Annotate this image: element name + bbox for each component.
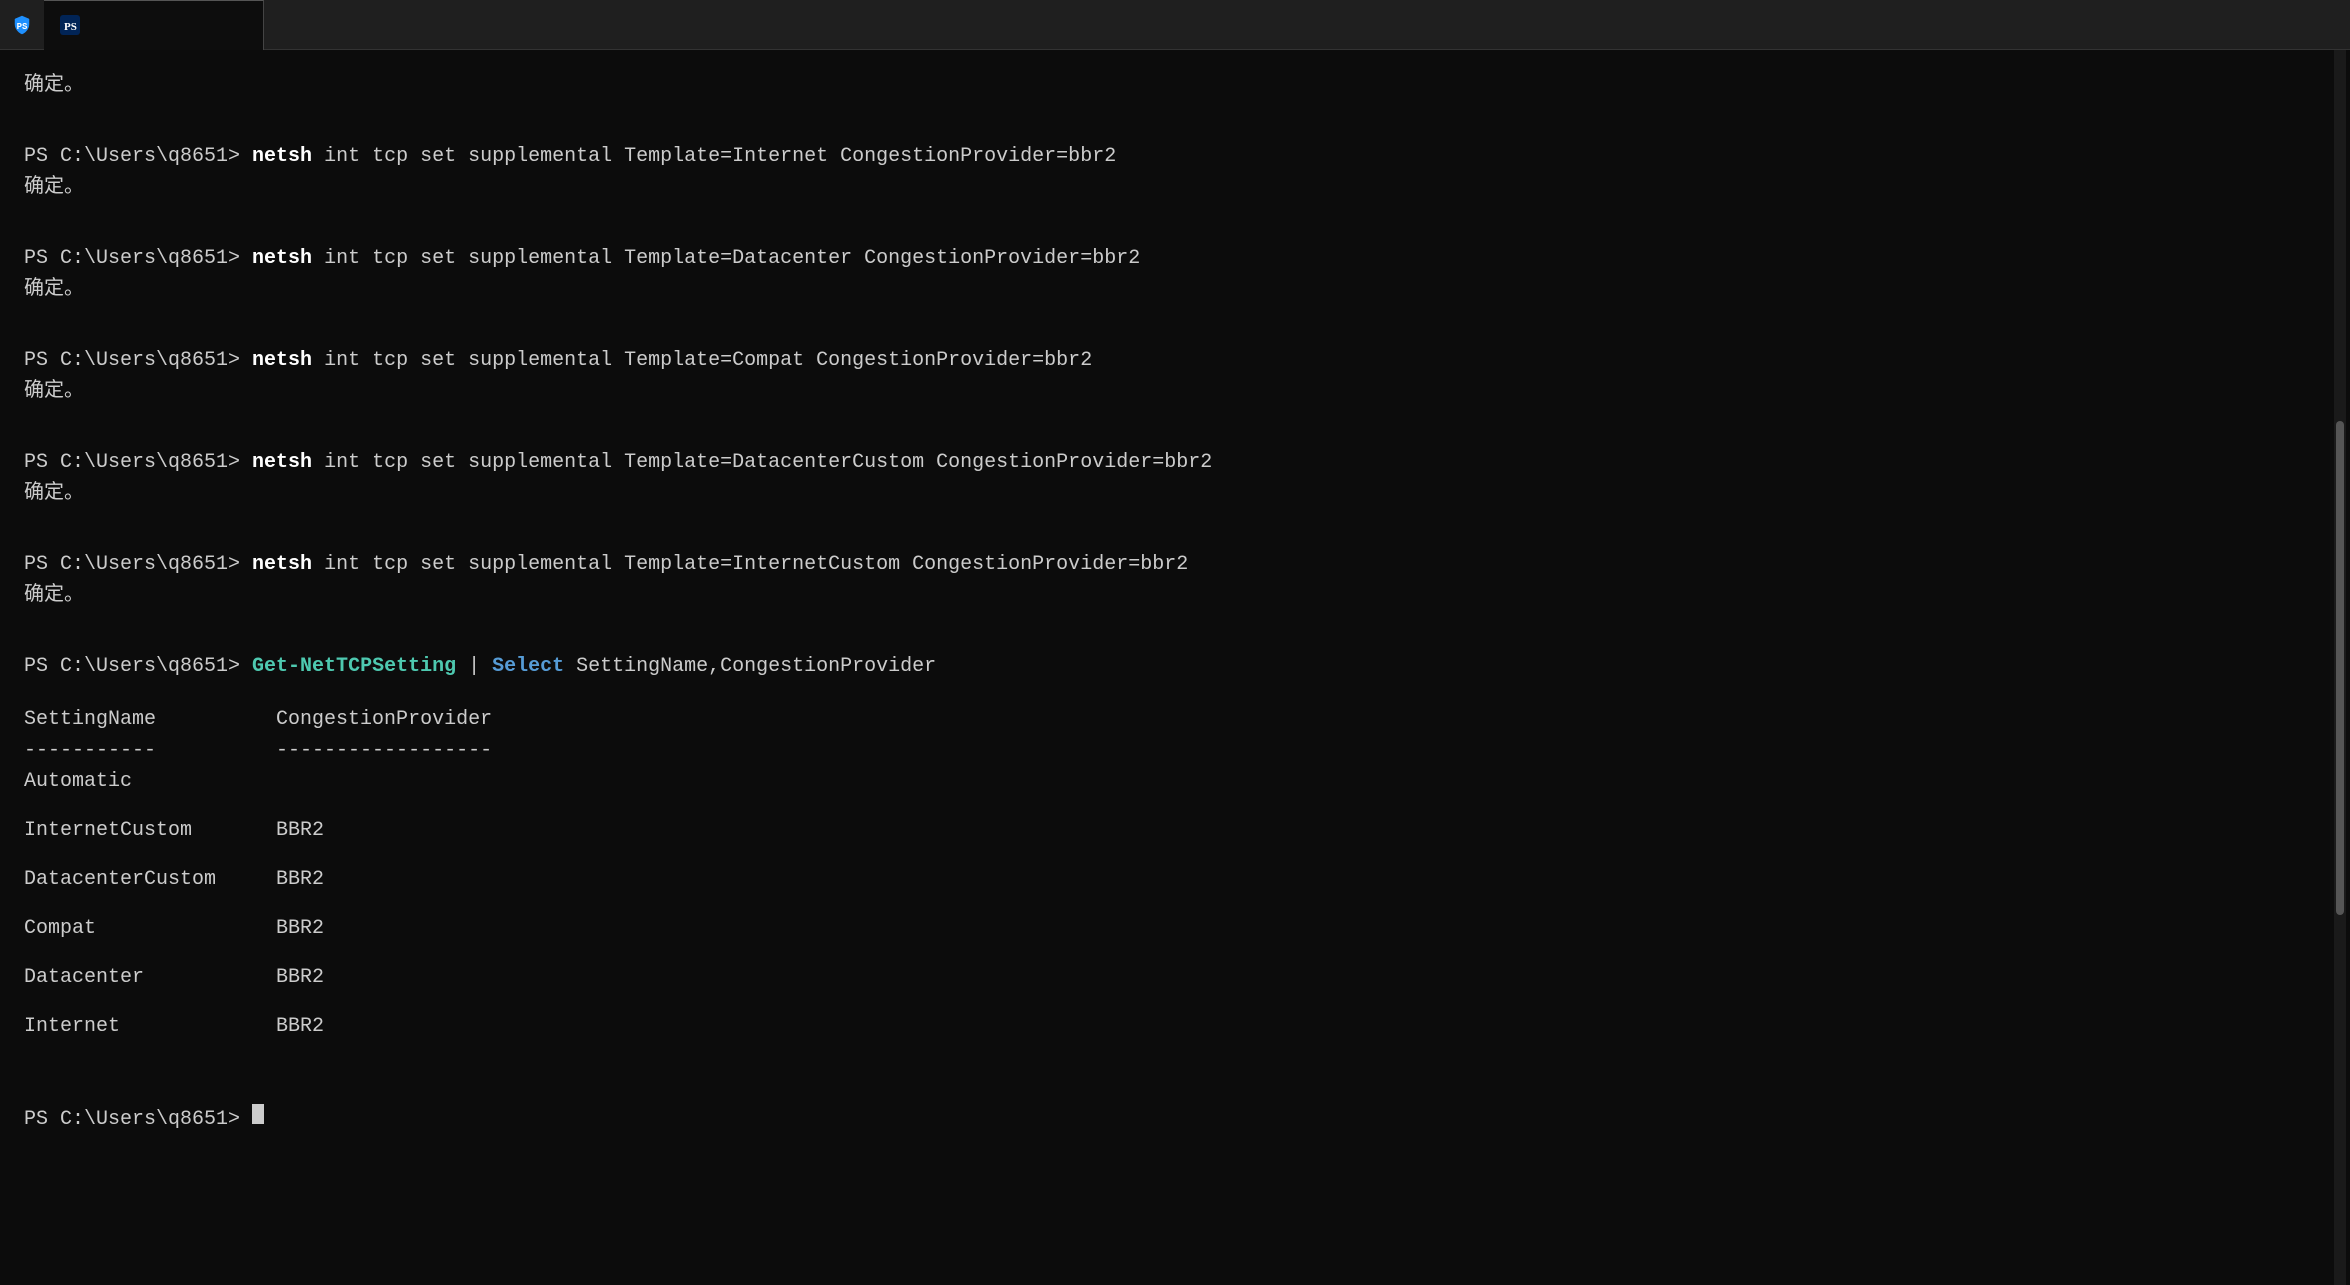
table-row: Automatic	[24, 766, 2326, 797]
command-netsh: netsh	[252, 345, 312, 376]
prompt: PS C:\Users\q8651>	[24, 243, 252, 274]
spacer-line	[24, 425, 2326, 447]
shield-icon: PS	[0, 0, 44, 50]
command-line: PS C:\Users\q8651> netsh int tcp set sup…	[24, 549, 2326, 580]
tab-close-button[interactable]	[104, 15, 124, 35]
command-args: SettingName,CongestionProvider	[564, 651, 936, 682]
prompt: PS C:\Users\q8651>	[24, 1104, 252, 1135]
active-prompt-line: PS C:\Users\q8651>	[24, 1104, 2326, 1135]
spacer-line	[24, 629, 2326, 651]
command-netsh: netsh	[252, 447, 312, 478]
output-line: 确定。	[24, 580, 2326, 611]
cursor	[252, 1104, 264, 1124]
spacer-line	[24, 1060, 2326, 1082]
table-row: Datacenter BBR2	[24, 962, 2326, 993]
command-select: Select	[492, 651, 564, 682]
command-args: int tcp set supplemental Template=Intern…	[312, 549, 1188, 580]
command-line: PS C:\Users\q8651> netsh int tcp set sup…	[24, 447, 2326, 478]
prompt: PS C:\Users\q8651>	[24, 549, 252, 580]
command-args: int tcp set supplemental Template=Datace…	[312, 447, 1212, 478]
spacer-line	[24, 221, 2326, 243]
table-row: Internet BBR2	[24, 1011, 2326, 1042]
command-line: PS C:\Users\q8651> netsh int tcp set sup…	[24, 243, 2326, 274]
prompt: PS C:\Users\q8651>	[24, 345, 252, 376]
prompt: PS C:\Users\q8651>	[24, 447, 252, 478]
spacer-line	[24, 527, 2326, 549]
svg-text:PS: PS	[17, 22, 28, 32]
command-args: int tcp set supplemental Template=Intern…	[312, 141, 1116, 172]
pipe-operator: |	[456, 651, 492, 682]
close-button[interactable]	[2290, 0, 2350, 50]
prompt: PS C:\Users\q8651>	[24, 141, 252, 172]
scrollbar-thumb	[2336, 421, 2344, 915]
command-args: int tcp set supplemental Template=Compat…	[312, 345, 1092, 376]
output-line: 确定。	[24, 70, 2326, 101]
command-netsh: netsh	[252, 141, 312, 172]
table-row: Compat BBR2	[24, 913, 2326, 944]
new-tab-button[interactable]	[264, 7, 300, 43]
output-line: 确定。	[24, 478, 2326, 509]
command-line: PS C:\Users\q8651> netsh int tcp set sup…	[24, 345, 2326, 376]
active-tab[interactable]: PS	[44, 0, 264, 50]
svg-text:PS: PS	[64, 21, 77, 33]
minimize-button[interactable]	[2170, 0, 2230, 50]
powershell-tab-icon: PS	[60, 15, 80, 35]
command-netsh: netsh	[252, 243, 312, 274]
table-row: DatacenterCustom BBR2	[24, 864, 2326, 895]
spacer-line	[24, 682, 2326, 704]
table-row: InternetCustom BBR2	[24, 815, 2326, 846]
terminal-body[interactable]: 确定。PS C:\Users\q8651> netsh int tcp set …	[0, 50, 2350, 1285]
command-line: PS C:\Users\q8651> Get-NetTCPSetting | S…	[24, 651, 2326, 682]
titlebar-left: PS PS	[0, 0, 2170, 50]
titlebar: PS PS	[0, 0, 2350, 50]
output-line: 确定。	[24, 376, 2326, 407]
tab-dropdown-button[interactable]	[300, 7, 336, 43]
maximize-button[interactable]	[2230, 0, 2290, 50]
table-header: ----------- ------------------	[24, 735, 2326, 766]
spacer-line	[24, 119, 2326, 141]
command-args: int tcp set supplemental Template=Datace…	[312, 243, 1140, 274]
spacer-line	[24, 323, 2326, 345]
command-get: Get-NetTCPSetting	[252, 651, 456, 682]
table-header: SettingName CongestionProvider	[24, 704, 2326, 735]
output-line: 确定。	[24, 172, 2326, 203]
spacer-line	[24, 1082, 2326, 1104]
output-line: 确定。	[24, 274, 2326, 305]
command-netsh: netsh	[252, 549, 312, 580]
window-controls	[2170, 0, 2350, 50]
prompt: PS C:\Users\q8651>	[24, 651, 252, 682]
scrollbar[interactable]	[2334, 50, 2346, 1285]
command-line: PS C:\Users\q8651> netsh int tcp set sup…	[24, 141, 2326, 172]
